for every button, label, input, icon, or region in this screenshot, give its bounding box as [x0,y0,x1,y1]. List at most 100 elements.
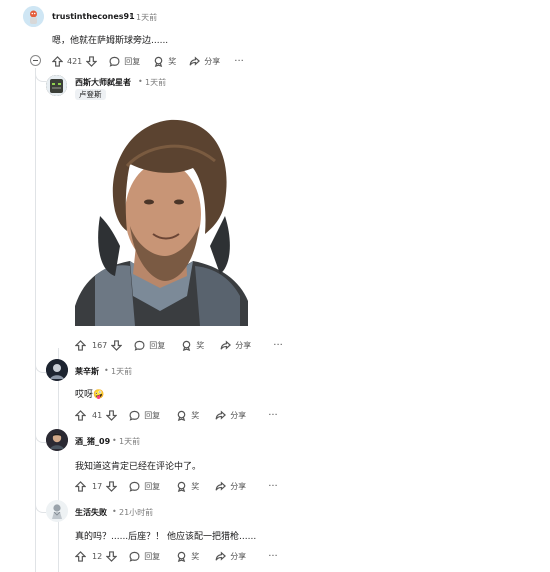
reply-label: 回复 [144,481,161,491]
share-label: 分享 [204,56,221,66]
avatar[interactable] [46,429,68,451]
downvote-button[interactable] [106,480,118,492]
comment-actions: 41 回复 奖 分享 ··· [75,407,278,423]
comment-icon [129,410,140,421]
upvote-button[interactable]: 421 [52,55,82,67]
reply-button[interactable]: 回复 [129,481,160,492]
comment-actions: 12 回复 奖 分享 ··· [75,548,278,564]
upvote-icon [75,339,86,351]
avatar-image [23,6,44,27]
more-options-button[interactable]: ··· [273,340,283,351]
comment-icon [129,551,140,562]
downvote-icon [106,480,118,492]
comment-dot: • [104,366,109,375]
avatar-image [46,359,68,381]
more-options-button[interactable]: ··· [268,551,278,562]
award-icon [154,56,163,67]
comment-dot: • [129,12,134,21]
comment-timestamp[interactable]: 1天前 [119,436,140,447]
award-label: 奖 [168,56,177,66]
share-button[interactable]: 分享 [215,551,246,562]
award-icon [182,340,191,351]
share-button[interactable]: 分享 [215,481,246,492]
comment-timestamp[interactable]: 1天前 [145,77,166,88]
avatar[interactable] [46,500,68,522]
more-options-button[interactable]: ··· [268,410,278,421]
comment-icon [129,481,140,492]
share-label: 分享 [230,481,247,491]
award-label: 奖 [191,551,200,561]
award-icon [177,551,186,562]
portrait-image [75,106,248,326]
share-label: 分享 [230,551,247,561]
comment-icon [134,340,145,351]
comment-body: 哎呀🤪 [75,390,105,400]
award-button[interactable]: 奖 [176,410,199,421]
avatar-image [46,429,68,451]
thread-curve [35,432,46,443]
award-button[interactable]: 奖 [176,551,199,562]
downvote-icon [106,550,118,562]
reply-label: 回复 [144,410,161,420]
share-icon [220,340,232,350]
comment-author[interactable]: 生活失败 [75,507,107,518]
award-icon [177,410,186,421]
thread-curve [35,362,46,373]
reply-button[interactable]: 回复 [109,56,140,67]
comment-body: 嗯，他就在萨姆斯球旁边...... [52,36,169,46]
comment-author[interactable]: 酒_猪_09 [75,436,110,447]
downvote-button[interactable] [86,55,98,67]
thread-line-level2 [58,348,59,572]
comment-author[interactable]: 西斯大师弑星者 [75,77,131,88]
downvote-button[interactable] [111,339,123,351]
comment-actions: 421 回复 奖 分享 ··· [52,53,244,69]
avatar[interactable] [46,75,67,96]
reply-label: 回复 [124,56,141,66]
award-button[interactable]: 奖 [176,481,199,492]
share-button[interactable]: 分享 [189,56,220,67]
comment-timestamp[interactable]: 1天前 [136,12,157,23]
comment-body: 我知道这肯定已经在评论中了。 [75,462,202,472]
upvote-button[interactable]: 167 [75,339,107,351]
comment-icon [109,56,120,67]
upvote-icon [52,55,63,67]
avatar-image [46,75,67,96]
upvote-icon [75,550,86,562]
downvote-button[interactable] [106,409,118,421]
reply-button[interactable]: 回复 [134,340,165,351]
more-options-button[interactable]: ··· [234,56,244,67]
award-button[interactable]: 奖 [181,340,204,351]
downvote-icon [111,339,123,351]
vote-count: 12 [92,551,103,561]
reply-button[interactable]: 回复 [129,410,160,421]
upvote-button[interactable]: 17 [75,480,103,492]
share-button[interactable]: 分享 [215,410,246,421]
downvote-icon [86,55,98,67]
share-button[interactable]: 分享 [220,340,251,351]
comment-timestamp[interactable]: 21小时前 [119,507,153,518]
share-icon [215,551,227,561]
comment-dot: • [112,436,117,445]
reply-label: 回复 [149,340,166,350]
comment-actions: 167 回复 奖 分享 ··· [75,337,283,353]
award-label: 奖 [191,410,200,420]
avatar[interactable] [46,359,68,381]
upvote-button[interactable]: 12 [75,550,103,562]
comment-timestamp[interactable]: 1天前 [111,366,132,377]
reply-button[interactable]: 回复 [129,551,160,562]
collapse-thread-button[interactable] [30,55,41,66]
vote-count: 17 [92,481,103,491]
avatar[interactable] [23,6,44,27]
thread-line-root [35,68,36,572]
comment-dot: • [112,507,117,516]
award-button[interactable]: 奖 [153,56,176,67]
downvote-button[interactable] [106,550,118,562]
upvote-button[interactable]: 41 [75,409,102,421]
comment-author[interactable]: 莱辛斯 [75,366,99,377]
comment-image[interactable] [75,106,248,326]
comment-dot: • [138,77,143,86]
more-options-button[interactable]: ··· [268,481,278,492]
reply-label: 回复 [144,551,161,561]
comment-author[interactable]: trustinthecones91 [52,12,135,21]
award-label: 奖 [191,481,200,491]
